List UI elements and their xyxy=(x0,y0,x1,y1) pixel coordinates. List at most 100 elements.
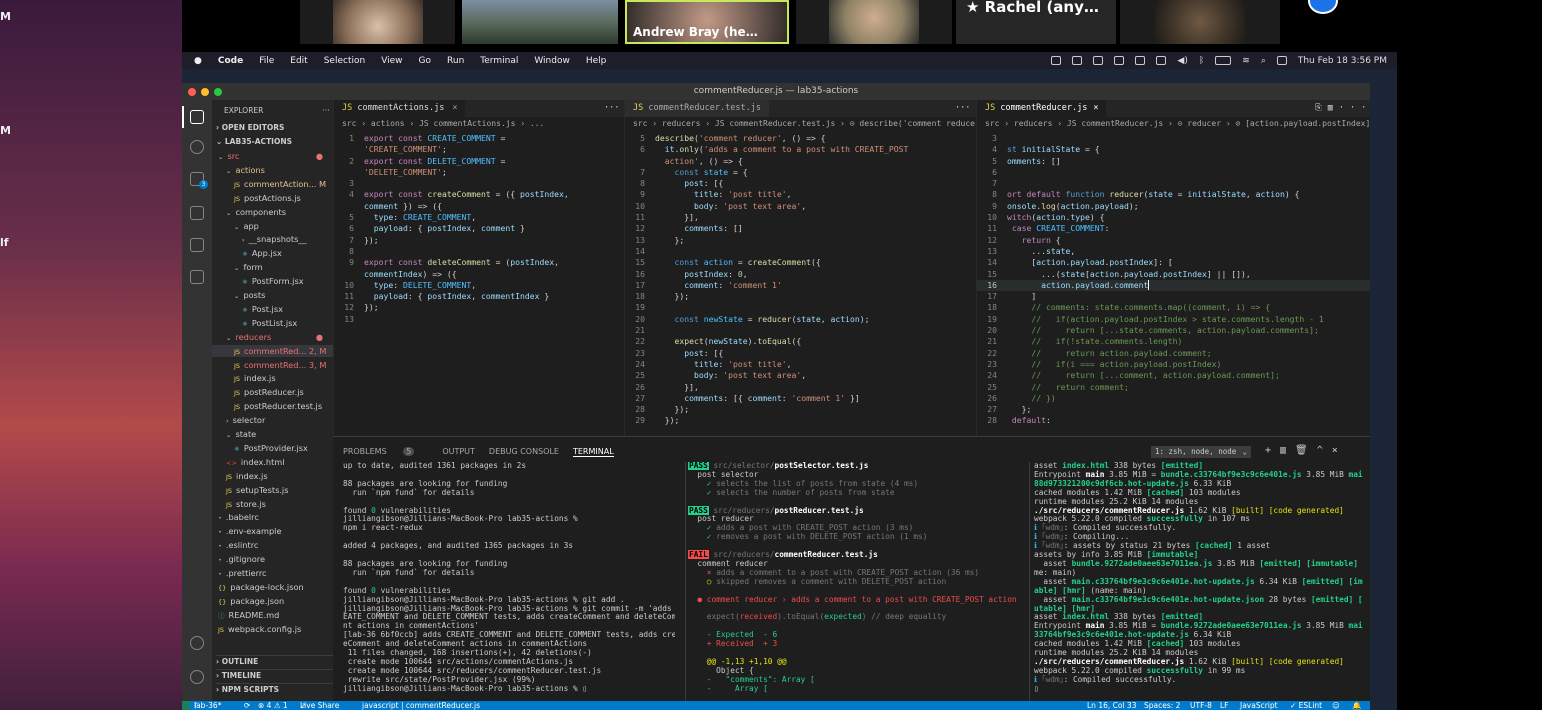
explorer-icon[interactable] xyxy=(190,110,204,124)
code-area[interactable]: 5 describe('comment reducer', () => { 6 i… xyxy=(625,133,976,427)
feedback-icon[interactable]: ☺ xyxy=(1332,701,1340,710)
menu-window[interactable]: Window xyxy=(534,56,570,66)
video-tile[interactable]: ★ Rachel (any… xyxy=(956,0,1116,44)
more-actions-icon[interactable]: ··· xyxy=(596,100,624,117)
menu-app[interactable]: Code xyxy=(218,56,243,66)
video-tile[interactable] xyxy=(462,0,618,44)
sync-icon[interactable]: ⟳ xyxy=(244,701,250,710)
more-actions-icon[interactable]: ··· xyxy=(947,100,976,117)
tree-file[interactable]: • .babelrc xyxy=(212,511,333,523)
account-icon[interactable] xyxy=(190,636,204,650)
breadcrumb[interactable]: src › reducers › JS commentReducer.js › … xyxy=(985,119,1370,128)
status-icon[interactable] xyxy=(1051,56,1062,65)
terminal-2[interactable]: PASS src/selector/postSelector.test.js p… xyxy=(685,462,1019,702)
tree-folder[interactable]: ⌄ actions xyxy=(212,164,333,176)
tree-file[interactable]: <> index.html xyxy=(212,456,333,468)
live-share-icon[interactable] xyxy=(190,270,204,284)
panel-actions[interactable]: +▥🗑^× xyxy=(1265,445,1347,456)
tree-file[interactable]: {} package.json xyxy=(212,595,333,607)
close-tab-icon[interactable]: × xyxy=(452,103,457,113)
open-editors-section[interactable]: › OPEN EDITORS xyxy=(216,122,337,134)
indentation[interactable]: Spaces: 2 xyxy=(1144,701,1180,710)
status-icon[interactable] xyxy=(1156,56,1167,65)
tree-folder[interactable]: ⌄ app xyxy=(212,220,333,232)
gear-icon[interactable] xyxy=(190,670,204,684)
tab-problems[interactable]: PROBLEMS 5 xyxy=(343,447,428,456)
menu-edit[interactable]: Edit xyxy=(290,56,307,66)
tree-file[interactable]: JS index.js xyxy=(212,372,333,384)
video-tile-active-speaker[interactable]: Andrew Bray (he… xyxy=(625,0,789,44)
code-area[interactable]: 1 export const CREATE_COMMENT = 'CREATE_C… xyxy=(334,133,624,325)
tree-file[interactable]: JS commentAction... M xyxy=(212,178,333,190)
code-area[interactable]: 3 4st initialState = { 5 omments: [] 6 7 … xyxy=(977,133,1370,427)
tree-file[interactable]: ⚛ PostList.jsx xyxy=(212,317,333,329)
timeline-section[interactable]: › TIMELINE xyxy=(216,669,337,681)
video-tile[interactable] xyxy=(1120,0,1280,44)
menu-terminal[interactable]: Terminal xyxy=(480,56,518,66)
problems-count[interactable]: ⊗ 4 ⚠ 1 xyxy=(258,701,288,710)
tab-commentReducer-active[interactable]: JS commentReducer.js × xyxy=(977,100,1107,117)
tree-file[interactable]: ⚛ App.jsx xyxy=(212,247,333,259)
tree-folder[interactable]: ⌄ posts xyxy=(212,289,333,301)
tree-file[interactable]: JS postReducer.js xyxy=(212,386,333,398)
menu-file[interactable]: File xyxy=(259,56,274,66)
video-tile[interactable] xyxy=(300,0,455,44)
bluetooth-icon[interactable]: ᛒ xyxy=(1199,56,1204,66)
editor-actions[interactable]: ⎘▥··· xyxy=(1307,100,1370,117)
remote-icon[interactable] xyxy=(182,701,190,710)
wifi-icon[interactable]: ≋ xyxy=(1242,56,1250,66)
share-arrow-icon[interactable] xyxy=(1308,0,1338,14)
control-center-icon[interactable] xyxy=(1276,56,1287,65)
tree-file[interactable]: {} package-lock.json xyxy=(212,581,333,593)
status-icon[interactable] xyxy=(1093,56,1104,65)
encoding[interactable]: UTF-8 xyxy=(1190,701,1212,710)
tree-folder[interactable]: ⌄ components xyxy=(212,206,333,218)
menu-go[interactable]: Go xyxy=(419,56,431,66)
tab-commentReducer-test[interactable]: JS commentReducer.test.js xyxy=(625,100,769,117)
menu-view[interactable]: View xyxy=(381,56,402,66)
menu-run[interactable]: Run xyxy=(447,56,464,66)
status-lang-crumb[interactable]: javascript | commentReducer.js xyxy=(362,701,480,710)
tree-file[interactable]: JS index.js xyxy=(212,470,333,482)
video-tile[interactable] xyxy=(796,0,952,44)
tree-file[interactable]: • .prettierrc xyxy=(212,567,333,579)
tree-file[interactable]: JS commentRed... 3, M xyxy=(212,359,333,371)
tree-file[interactable]: • .gitignore xyxy=(212,553,333,565)
terminal-3[interactable]: asset index.html 338 bytes [emitted] Ent… xyxy=(1029,462,1363,702)
language-mode[interactable]: JavaScript xyxy=(1240,701,1278,710)
tree-file[interactable]: JS commentRed... 2, M xyxy=(212,344,333,357)
tree-file[interactable]: JS webpack.config.js xyxy=(212,623,333,635)
minimize-window-button[interactable] xyxy=(201,88,209,96)
terminal-1[interactable]: up to date, audited 1361 packages in 2s … xyxy=(343,462,675,702)
apple-icon[interactable]: ● xyxy=(194,56,202,66)
extensions-icon[interactable] xyxy=(190,238,204,252)
tree-folder[interactable]: ⌄ state xyxy=(212,428,333,440)
tree-file[interactable]: JS store.js xyxy=(212,498,333,510)
cursor-position[interactable]: Ln 16, Col 33 xyxy=(1087,701,1136,710)
maximize-window-button[interactable] xyxy=(214,88,222,96)
outline-section[interactable]: › OUTLINE xyxy=(216,655,337,667)
terminal-select[interactable]: 1: zsh, node, node ⌄ xyxy=(1151,446,1251,458)
breadcrumb[interactable]: src › reducers › JS commentReducer.test.… xyxy=(633,119,976,128)
breadcrumb[interactable]: src › actions › JS commentActions.js › .… xyxy=(342,119,544,128)
tree-file[interactable]: • .eslintrc xyxy=(212,539,333,551)
status-icon[interactable] xyxy=(1072,56,1083,65)
menu-help[interactable]: Help xyxy=(586,56,607,66)
line-ending[interactable]: LF xyxy=(1220,701,1229,710)
run-debug-icon[interactable] xyxy=(190,206,204,220)
eslint-status[interactable]: ✓ ESLint xyxy=(1290,701,1322,710)
tree-file[interactable]: ⚛ PostForm.jsx xyxy=(212,275,333,287)
search-icon[interactable]: ⌕ xyxy=(1261,56,1266,66)
volume-icon[interactable]: ◀) xyxy=(1177,56,1187,66)
close-window-button[interactable] xyxy=(188,88,196,96)
close-tab-icon[interactable]: × xyxy=(1093,103,1098,113)
bell-icon[interactable]: 🔔 xyxy=(1352,701,1361,710)
tree-folder[interactable]: ⌄ form xyxy=(212,261,333,273)
tree-file[interactable]: ⚛ PostProvider.jsx xyxy=(212,442,333,454)
status-icon[interactable] xyxy=(1114,56,1125,65)
status-icon[interactable] xyxy=(1135,56,1146,65)
tab-terminal[interactable]: TERMINAL xyxy=(572,447,614,457)
tab-commentActions[interactable]: JS commentActions.js × xyxy=(334,100,466,117)
project-section[interactable]: ⌄ LAB35-ACTIONS xyxy=(216,136,337,148)
menu-selection[interactable]: Selection xyxy=(324,56,365,66)
